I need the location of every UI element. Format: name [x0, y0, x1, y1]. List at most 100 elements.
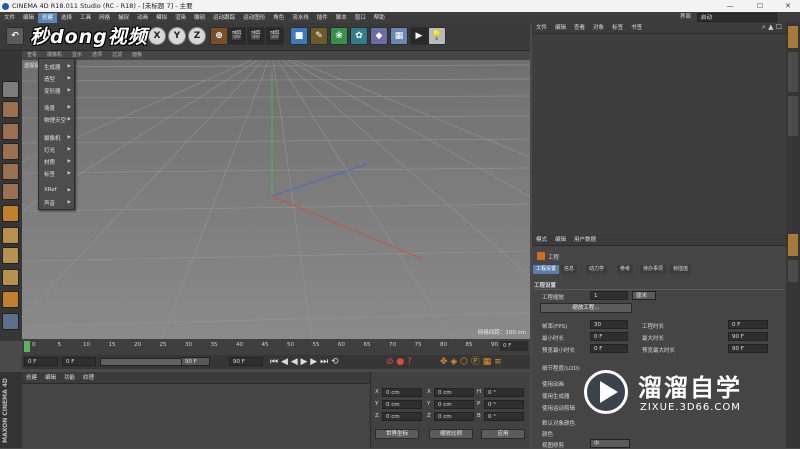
points-mode-icon[interactable]	[2, 163, 19, 180]
side-tab-layers[interactable]	[788, 260, 798, 282]
timeline-playhead[interactable]	[24, 341, 30, 352]
bend-deformer-icon[interactable]: ◆	[370, 27, 388, 45]
side-tab-objects[interactable]	[788, 26, 798, 48]
grid-icon[interactable]	[2, 313, 19, 330]
render-view-icon[interactable]: 🎬	[228, 27, 246, 45]
axis-y-icon[interactable]: Y	[168, 27, 186, 45]
coord-world-button[interactable]: 世界坐标	[375, 429, 419, 439]
use-anim-label[interactable]: 使用动画	[542, 380, 564, 388]
create-menu-item[interactable]: 生成器	[44, 63, 61, 71]
perspective-viewport[interactable]: 网格间距：100 cm ✥ ⤢ ⟲ ☐	[22, 51, 530, 339]
create-menu-item[interactable]: 物理天空	[44, 116, 66, 124]
layout-select[interactable]: 启动	[697, 13, 777, 22]
coord-field[interactable]: 0 cm	[434, 388, 474, 397]
attr-menu-item[interactable]: 编辑	[551, 234, 570, 246]
axis-x-icon[interactable]: X	[148, 27, 166, 45]
coord-field[interactable]: 0 cm	[382, 388, 422, 397]
side-tab-structure[interactable]	[788, 96, 798, 136]
make-editable-icon[interactable]	[2, 81, 19, 98]
coord-apply-button[interactable]: 应用	[481, 429, 525, 439]
use-gen-label[interactable]: 使用生成器	[542, 392, 570, 400]
object-menu-item[interactable]: 书签	[627, 22, 646, 34]
lock-workplane-icon[interactable]	[2, 291, 19, 308]
attr-tab[interactable]: 动力学	[586, 265, 608, 274]
material-menu-item[interactable]: 创建	[22, 372, 41, 384]
material-menu-item[interactable]: 纹理	[79, 372, 98, 384]
object-menu-item[interactable]: 查看	[570, 22, 589, 34]
viewport-menu-item[interactable]: 过滤	[107, 51, 127, 60]
attr-menu-item[interactable]: 用户数据	[570, 234, 600, 246]
max-time-field[interactable]: 90 F	[728, 332, 768, 341]
coord-field[interactable]: 0 °	[484, 400, 524, 409]
record-keys-icon[interactable]: ⊘ ● ?	[386, 356, 412, 368]
create-menu-item[interactable]: 标签	[44, 170, 55, 178]
scale-project-button[interactable]: 缩放工程...	[540, 303, 632, 313]
coord-field[interactable]: 0 cm	[382, 400, 422, 409]
snap-icon[interactable]	[2, 269, 19, 286]
viewport-menu-item[interactable]: 选项	[87, 51, 107, 60]
attr-tab[interactable]: 帧插值	[670, 265, 692, 274]
close-icon[interactable]: ✕	[774, 0, 800, 12]
current-frame-field[interactable]: 0 F	[62, 357, 96, 366]
maximize-icon[interactable]: ☐	[746, 0, 774, 12]
material-menu-item[interactable]: 编辑	[41, 372, 60, 384]
attr-tab[interactable]: 待办事项	[640, 265, 667, 274]
object-menu-item[interactable]: 编辑	[551, 22, 570, 34]
create-menu-item[interactable]: 造型	[44, 75, 55, 83]
range-end-field[interactable]: 90 F	[229, 357, 263, 366]
playback-buttons-icon[interactable]: ⏮ ◀ ◀ ▶ ▶ ⏭ ⟲	[270, 356, 339, 368]
fps-field[interactable]: 30	[590, 320, 628, 329]
coord-field[interactable]: 0 cm	[434, 400, 474, 409]
create-menu-item[interactable]: 场景	[44, 104, 55, 112]
polygons-mode-icon[interactable]	[2, 205, 19, 222]
min-time-field[interactable]: 0 F	[590, 332, 628, 341]
workplane-icon[interactable]	[2, 143, 19, 160]
axis-mode-icon[interactable]	[2, 227, 19, 244]
create-menu-item[interactable]: 声音	[44, 199, 55, 207]
attr-tab[interactable]: 参考	[617, 265, 634, 274]
project-time-field[interactable]: 0 F	[728, 320, 768, 329]
coord-field[interactable]: 0 cm	[382, 412, 422, 421]
scale-unit-select[interactable]: 厘米	[632, 291, 656, 300]
side-tab-attributes[interactable]	[788, 234, 798, 256]
timeline-ruler[interactable]: 0 F 0 5 10 15 20 25 30 35 40 45 50 55 60 65 70 75 80 85 90	[22, 339, 530, 355]
create-menu-item[interactable]: 摄像机	[44, 134, 61, 142]
axis-z-icon[interactable]: Z	[188, 27, 206, 45]
clipping-select[interactable]: 中	[590, 439, 630, 448]
coord-scale-button[interactable]: 缩放比例	[429, 429, 473, 439]
preview-min-field[interactable]: 0 F	[590, 344, 628, 353]
use-motion-label[interactable]: 使用运动剪辑	[542, 404, 575, 412]
create-menu-item[interactable]: 灯光	[44, 146, 55, 154]
subdivision-icon[interactable]: ❀	[330, 27, 348, 45]
cube-icon[interactable]: ■	[290, 27, 308, 45]
render-picture-icon[interactable]: 🎬	[247, 27, 265, 45]
side-tab-content[interactable]	[788, 52, 798, 92]
coordinate-system-icon[interactable]: ⊕	[210, 27, 228, 45]
array-icon[interactable]: ✿	[350, 27, 368, 45]
create-menu-item[interactable]: 变形器	[44, 87, 61, 95]
create-menu-item[interactable]: XRef	[44, 187, 57, 193]
range-end-inner[interactable]: 90 F	[181, 357, 210, 366]
viewport-menu-item[interactable]: 面板	[127, 51, 147, 60]
coord-field[interactable]: 0 °	[484, 412, 524, 421]
start-frame-field[interactable]: 0 F	[24, 357, 58, 366]
floor-icon[interactable]: ▦	[390, 27, 408, 45]
attr-tab[interactable]: 信息	[561, 265, 578, 274]
tweak-mode-icon[interactable]	[2, 247, 19, 264]
attr-tab[interactable]: 工程设置	[533, 265, 560, 274]
scale-field[interactable]: 1	[590, 291, 628, 300]
attr-menu-item[interactable]: 模式	[532, 234, 551, 246]
undo-icon[interactable]: ↶	[6, 27, 24, 45]
search-icon[interactable]: ⌕ ▲ ☐	[762, 23, 782, 32]
pen-spline-icon[interactable]: ✎	[310, 27, 328, 45]
camera-icon[interactable]: ▶	[410, 27, 428, 45]
object-menu-item[interactable]: 标签	[608, 22, 627, 34]
create-menu-item[interactable]: 材质	[44, 158, 55, 166]
preview-max-field[interactable]: 90 F	[728, 344, 768, 353]
edges-mode-icon[interactable]	[2, 183, 19, 200]
light-icon[interactable]: 💡	[428, 27, 446, 45]
coord-field[interactable]: 0 cm	[434, 412, 474, 421]
object-menu-item[interactable]: 对象	[589, 22, 608, 34]
object-menu-item[interactable]: 文件	[532, 22, 551, 34]
model-mode-icon[interactable]	[2, 101, 19, 118]
